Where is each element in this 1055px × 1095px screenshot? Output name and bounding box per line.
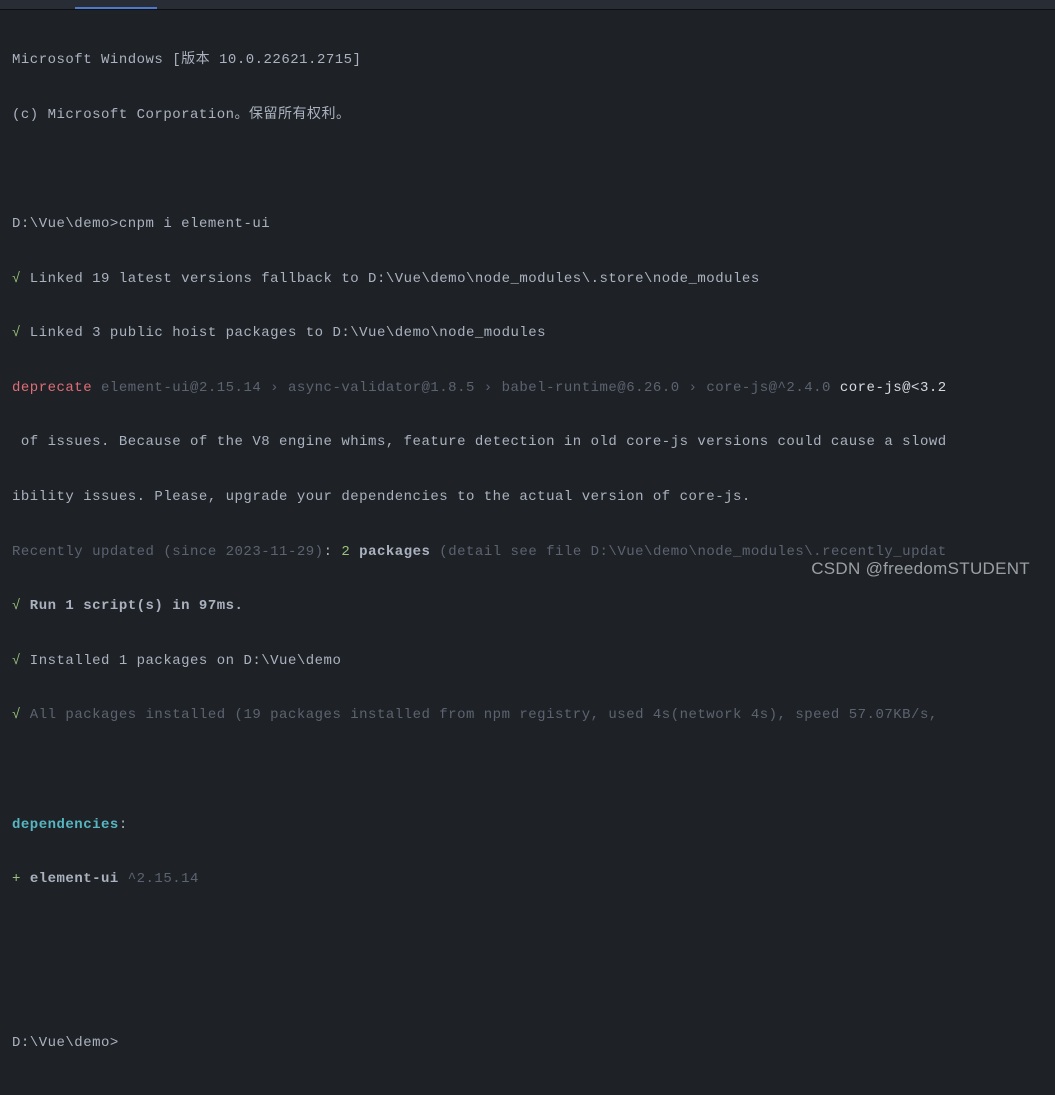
command-line: D:\Vue\demo>cnpm i element-ui — [12, 211, 1043, 238]
linked-text: Linked 3 public hoist packages to D:\Vue… — [21, 325, 546, 341]
allpkg-text: All packages installed (19 packages inst… — [21, 707, 947, 723]
dep-name: element-ui — [30, 871, 119, 887]
prompt-path: D:\Vue\demo> — [12, 216, 119, 232]
blank-line — [12, 921, 1043, 948]
deprecate-line-2: of issues. Because of the V8 engine whim… — [12, 429, 1043, 456]
linked-line-1: √ Linked 19 latest versions fallback to … — [12, 266, 1043, 293]
deprecate-chain: element-ui@2.15.14 › async-validator@1.8… — [92, 380, 840, 396]
dep-version: ^2.15.14 — [119, 871, 199, 887]
plus-icon: + — [12, 871, 30, 887]
blank-line — [12, 156, 1043, 183]
recent-colon: : — [324, 544, 342, 560]
run-text: Run 1 script(s) in 97ms. — [21, 598, 244, 614]
linked-line-2: √ Linked 3 public hoist packages to D:\V… — [12, 320, 1043, 347]
linked-text: Linked 19 latest versions fallback to D:… — [21, 271, 760, 287]
blank-line — [12, 757, 1043, 784]
deprecate-line-3: ibility issues. Please, upgrade your dep… — [12, 484, 1043, 511]
recent-packages: packages — [350, 544, 430, 560]
check-icon: √ — [12, 598, 21, 614]
deps-label: dependencies — [12, 817, 119, 833]
installed-line: √ Installed 1 packages on D:\Vue\demo — [12, 648, 1043, 675]
blank-line — [12, 975, 1043, 1002]
prompt-line[interactable]: D:\Vue\demo> — [12, 1030, 1043, 1057]
deprecate-line-1: deprecate element-ui@2.15.14 › async-val… — [12, 375, 1043, 402]
copyright: (c) Microsoft Corporation。保留所有权利。 — [12, 102, 1043, 129]
deprecate-label: deprecate — [12, 380, 92, 396]
active-tab-indicator — [75, 7, 157, 9]
recent-prefix: Recently updated (since 2023-11-29) — [12, 544, 324, 560]
command-text: cnpm i element-ui — [119, 216, 270, 232]
check-icon: √ — [12, 653, 21, 669]
check-icon: √ — [12, 707, 21, 723]
dep-item: + element-ui ^2.15.14 — [12, 866, 1043, 893]
check-icon: √ — [12, 325, 21, 341]
watermark: CSDN @freedomSTUDENT — [811, 552, 1030, 585]
tab-bar — [0, 0, 1055, 10]
recent-count: 2 — [341, 544, 350, 560]
deps-colon: : — [119, 817, 128, 833]
deps-header: dependencies: — [12, 812, 1043, 839]
windows-version: Microsoft Windows [版本 10.0.22621.2715] — [12, 47, 1043, 74]
run-line: √ Run 1 script(s) in 97ms. — [12, 593, 1043, 620]
deprecate-tail: core-js@<3.2 — [840, 380, 947, 396]
allpkg-line: √ All packages installed (19 packages in… — [12, 702, 1043, 729]
check-icon: √ — [12, 271, 21, 287]
installed-text: Installed 1 packages on D:\Vue\demo — [21, 653, 341, 669]
